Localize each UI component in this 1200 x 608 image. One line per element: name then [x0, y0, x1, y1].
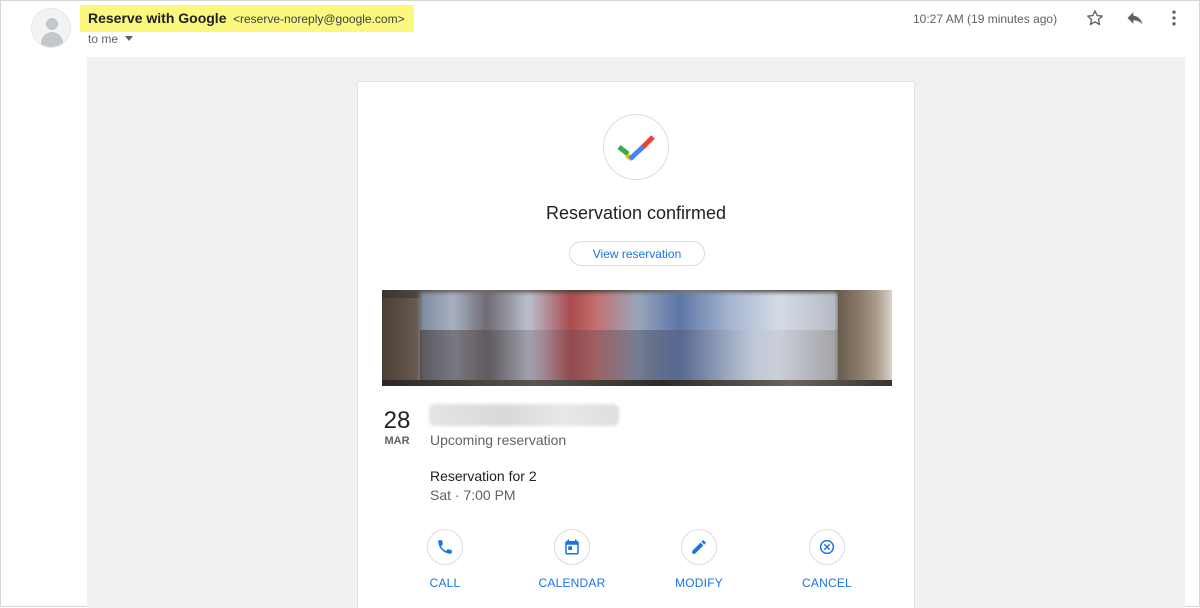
more-vert-icon[interactable]: [1162, 6, 1186, 30]
photo-bottom-strip: [382, 380, 892, 386]
restaurant-name-redacted: [429, 404, 619, 426]
email-view: Reserve with Google <reserve-noreply@goo…: [0, 0, 1200, 608]
restaurant-photo[interactable]: [382, 290, 892, 386]
reservation-status: Upcoming reservation: [430, 432, 567, 448]
cancel-icon[interactable]: [809, 529, 845, 565]
avatar-body: [41, 32, 63, 47]
cancel-action[interactable]: CANCEL: [777, 529, 877, 590]
reservation-time: Sat · 7:00 PM: [430, 487, 516, 503]
sender-name[interactable]: Reserve with Google: [88, 10, 226, 26]
avatar[interactable]: [31, 8, 71, 48]
star-icon[interactable]: [1083, 6, 1107, 30]
reservation-day: 28: [383, 407, 411, 434]
recipient-label: to me: [88, 32, 119, 46]
avatar-head: [46, 18, 58, 30]
view-reservation-button[interactable]: View reservation: [569, 241, 705, 266]
reservation-party-size: Reservation for 2: [430, 468, 537, 484]
sender-email: <reserve-noreply@google.com>: [233, 12, 405, 26]
reservation-card: Reservation confirmed View reservation 2…: [357, 81, 915, 608]
calendar-label[interactable]: CALENDAR: [522, 576, 622, 590]
modify-label[interactable]: MODIFY: [649, 576, 749, 590]
call-label[interactable]: CALL: [395, 576, 495, 590]
recipient-details-caret-icon[interactable]: [125, 36, 133, 41]
reply-icon[interactable]: [1123, 6, 1147, 30]
email-timestamp: 10:27 AM (19 minutes ago): [913, 12, 1058, 26]
photo-blurred-shadow: [420, 330, 838, 384]
call-action[interactable]: CALL: [395, 529, 495, 590]
photo-left-panel: [382, 290, 420, 386]
checkmark-icon: [603, 114, 669, 180]
reservation-month: MAR: [384, 435, 410, 447]
photo-right-panel: [838, 290, 892, 386]
phone-icon[interactable]: [427, 529, 463, 565]
calendar-icon[interactable]: [554, 529, 590, 565]
modify-action[interactable]: MODIFY: [649, 529, 749, 590]
pencil-icon[interactable]: [681, 529, 717, 565]
confirmation-title: Reservation confirmed: [545, 203, 727, 223]
cancel-label[interactable]: CANCEL: [777, 576, 877, 590]
calendar-action[interactable]: CALENDAR: [522, 529, 622, 590]
